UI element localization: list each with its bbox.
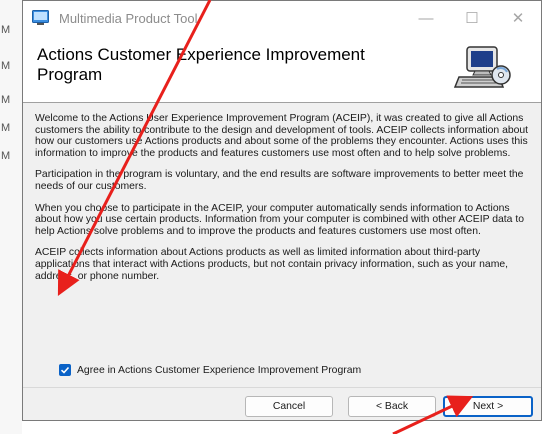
maximize-button[interactable]: ☐ [449,1,495,35]
back-button[interactable]: < Back [348,396,436,417]
background-letter: M [1,94,11,106]
paragraph: When you choose to participate in the AC… [35,202,524,237]
wizard-header: Actions Customer Experience Improvement … [23,35,541,103]
window-title: Multimedia Product Tool [59,11,198,26]
close-button[interactable]: ✕ [495,1,541,35]
page-title: Actions Customer Experience Improvement … [37,45,365,84]
paragraph: ACEIP collects information about Actions… [35,247,509,282]
check-icon [60,366,70,374]
background-letter: M [1,150,11,162]
agree-option[interactable]: Agree in Actions Customer Experience Imp… [59,364,361,376]
agree-label[interactable]: Agree in Actions Customer Experience Imp… [77,365,361,376]
minimize-button[interactable]: — [403,1,449,35]
background-window-edge: M M M M M [0,0,22,434]
minimize-icon: — [418,9,434,27]
installer-dialog: Multimedia Product Tool — ☐ ✕ Actions Cu… [22,0,542,421]
cancel-button[interactable]: Cancel [245,396,333,417]
title-bar[interactable]: Multimedia Product Tool — ☐ ✕ [23,1,541,35]
next-button[interactable]: Next > [443,396,533,417]
agree-checkbox[interactable] [59,364,71,376]
background-letter: M [1,24,11,36]
background-letter: M [1,60,11,72]
paragraph: Welcome to the Actions User Experience I… [35,113,529,159]
divider [23,387,541,388]
close-icon: ✕ [511,10,525,27]
description-text: Welcome to the Actions User Experience I… [35,113,531,292]
background-letter: M [1,122,11,134]
maximize-icon: ☐ [465,10,479,27]
computer-cd-icon [453,46,511,88]
paragraph: Participation in the program is voluntar… [35,169,524,192]
app-icon [32,10,49,25]
